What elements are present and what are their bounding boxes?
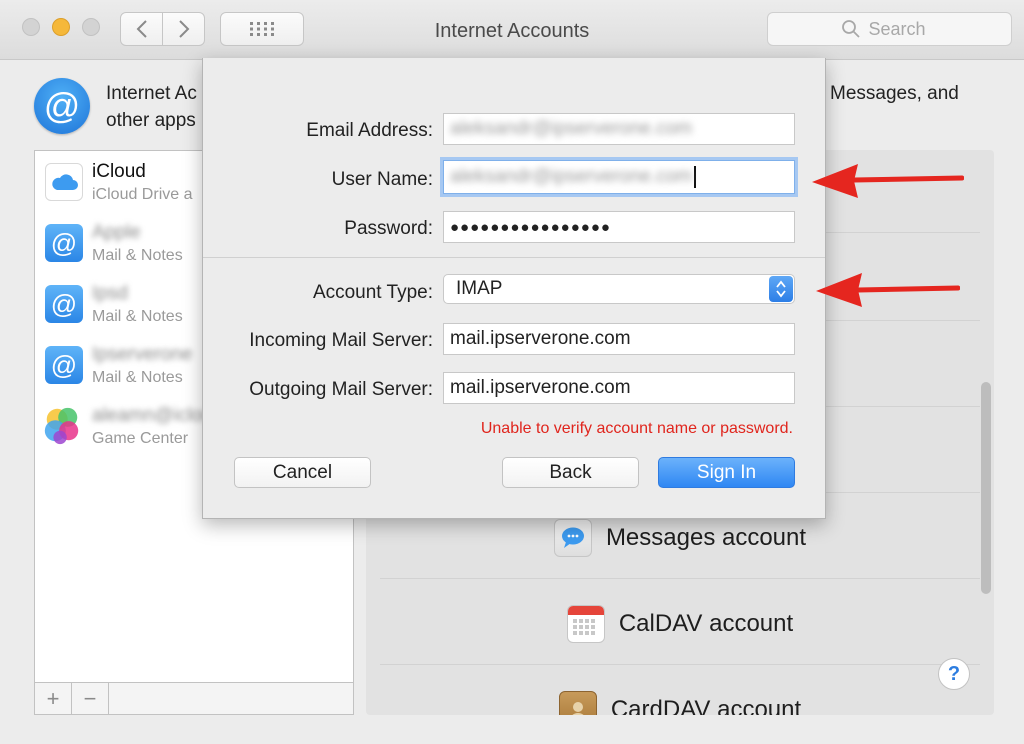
account-subtitle: Mail & Notes: [92, 247, 183, 264]
close-window-button[interactable]: [22, 18, 40, 36]
add-account-button[interactable]: +: [35, 683, 72, 714]
incoming-server-field[interactable]: mail.ipserverone.com: [443, 323, 795, 355]
game-center-icon: [44, 407, 83, 445]
account-name: Apple: [92, 222, 141, 243]
remove-account-button[interactable]: −: [72, 683, 109, 714]
account-sign-in-sheet: Email Address: aleksandr@ipserverone.com…: [202, 58, 826, 519]
annotation-arrow-icon: [816, 273, 960, 307]
account-type-select[interactable]: IMAP: [443, 274, 795, 304]
account-name: iCloud: [92, 161, 146, 182]
description-line-2: other apps: [106, 110, 196, 131]
grid-icon: [250, 22, 274, 36]
provider-caldav[interactable]: CalDAV account: [366, 600, 994, 648]
back-nav-button[interactable]: [120, 12, 163, 46]
messages-icon: [553, 519, 592, 557]
account-subtitle: Game Center: [92, 430, 189, 447]
at-icon: @: [45, 285, 83, 323]
search-input[interactable]: [868, 18, 939, 40]
annotation-arrow-icon: [812, 164, 964, 198]
window: Internet Accounts @ Internet Ac other ap…: [0, 0, 1024, 744]
email-value: aleksandr@ipserverone.com: [450, 118, 693, 139]
at-icon: @: [45, 346, 83, 384]
error-message: Unable to verify account name or passwor…: [480, 420, 793, 437]
header-description: Internet Ac other apps: [106, 80, 197, 134]
forward-nav-button[interactable]: [162, 12, 205, 46]
incoming-server-label: Incoming Mail Server:: [249, 330, 433, 351]
provider-label: CalDAV account: [618, 610, 794, 637]
provider-label: Messages account: [605, 524, 807, 551]
chevron-right-icon: [178, 20, 189, 38]
password-label: Password:: [344, 218, 433, 239]
username-label: User Name:: [331, 169, 433, 190]
description-line-1: Internet Ac: [106, 83, 197, 104]
minimize-window-button[interactable]: [52, 18, 70, 36]
internet-accounts-at-icon: @: [34, 78, 90, 134]
at-icon: @: [45, 224, 83, 262]
list-controls: + −: [34, 682, 354, 715]
title-bar: Internet Accounts: [0, 0, 1024, 60]
account-subtitle: Mail & Notes: [92, 369, 183, 386]
back-button[interactable]: Back: [502, 457, 639, 488]
outgoing-server-field[interactable]: mail.ipserverone.com: [443, 372, 795, 404]
provider-carddav[interactable]: CardDAV account: [366, 686, 994, 715]
chevron-left-icon: [136, 20, 147, 38]
username-value: aleksandr@ipserverone.com: [450, 166, 693, 187]
username-field[interactable]: aleksandr@ipserverone.com: [443, 160, 795, 194]
help-button[interactable]: ?: [938, 658, 970, 690]
account-subtitle: iCloud Drive a: [92, 186, 193, 203]
email-field[interactable]: aleksandr@ipserverone.com: [443, 113, 795, 145]
provider-label: CardDAV account: [610, 696, 802, 715]
password-field[interactable]: ●●●●●●●●●●●●●●●●: [443, 211, 795, 243]
account-name: Ipserverone: [92, 344, 193, 365]
description-right: Messages, and: [830, 83, 959, 104]
divider: [380, 664, 980, 665]
divider: [380, 578, 980, 579]
search-icon: [841, 20, 860, 38]
scrollbar-thumb[interactable]: [981, 382, 991, 594]
email-label: Email Address:: [306, 120, 433, 141]
sheet-divider: [203, 257, 825, 258]
zoom-window-button[interactable]: [82, 18, 100, 36]
account-type-value: IMAP: [456, 278, 503, 299]
sign-in-button[interactable]: Sign In: [658, 457, 795, 488]
search-field[interactable]: [767, 12, 1012, 46]
account-subtitle: Mail & Notes: [92, 308, 183, 325]
outgoing-server-label: Outgoing Mail Server:: [249, 379, 433, 400]
provider-messages[interactable]: Messages account: [366, 514, 994, 562]
account-type-label: Account Type:: [312, 282, 433, 303]
contacts-icon: [558, 691, 597, 715]
account-name: Ipsd: [92, 283, 128, 304]
chevron-up-down-icon: [769, 276, 793, 302]
show-all-button[interactable]: [220, 12, 304, 46]
cloud-icon: [45, 163, 83, 201]
text-cursor: [694, 166, 697, 188]
cancel-button[interactable]: Cancel: [234, 457, 371, 488]
calendar-icon: [566, 605, 605, 643]
